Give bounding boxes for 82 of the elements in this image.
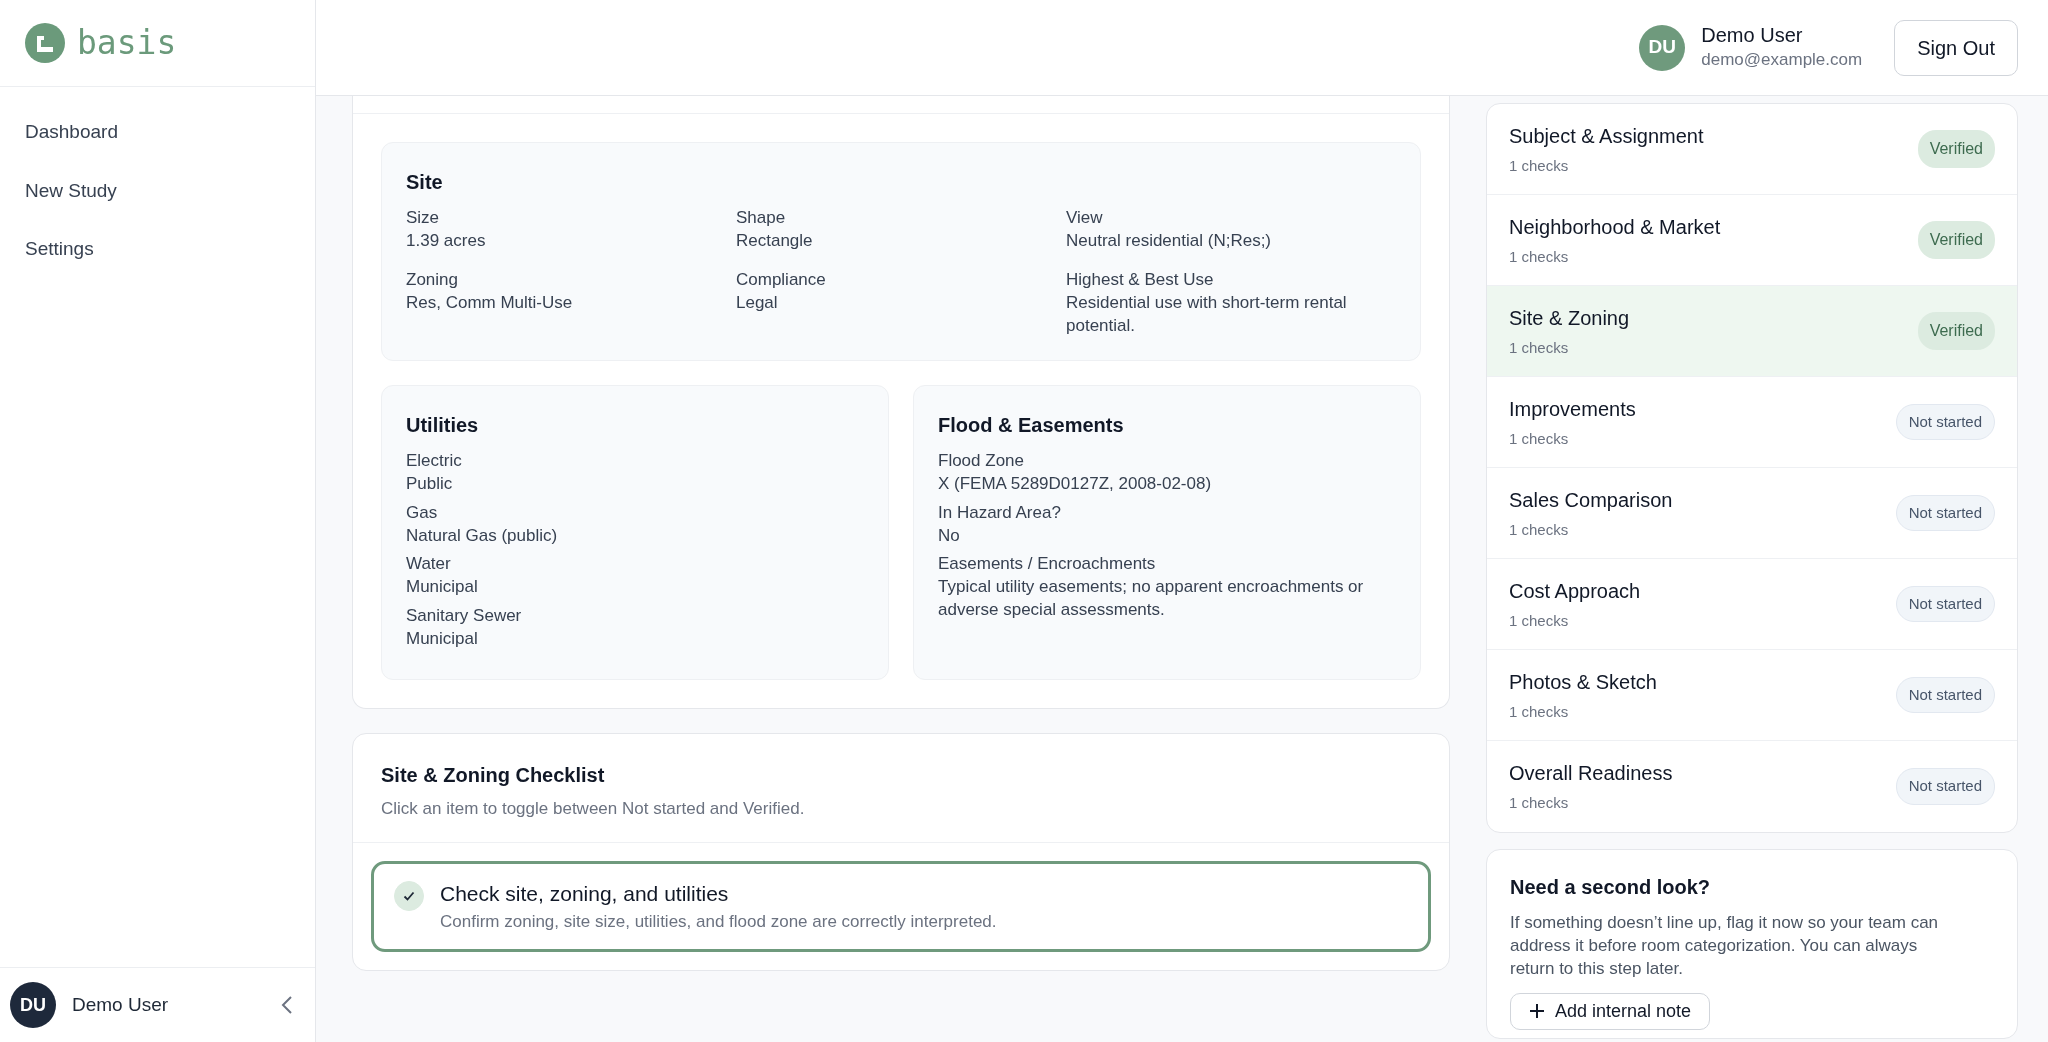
logo-icon [25,23,65,63]
note-text: If something doesn’t line up, flag it now so your team can address it before room categorization. You can always return to this step later. [1510,912,1940,980]
field-label: Size [406,207,441,229]
field-label: In Hazard Area? [938,501,1062,524]
step-name: Cost Approach [1509,578,1641,604]
status-badge: Not started [1895,403,1995,441]
logo-text: basis [77,22,177,65]
step-row[interactable]: Cost Approach 1 checks Not started [1487,559,2017,650]
user-avatar: DU [10,982,56,1028]
field-label: Flood Zone [938,449,1025,472]
step-row[interactable]: Subject & Assignment 1 checks Verified [1487,104,2017,195]
checklist-subtitle: Click an item to toggle between Not started and Verified. [381,798,806,821]
plus-icon [1529,1003,1545,1020]
field-label: Compliance [736,268,827,291]
step-name: Site & Zoning [1509,305,1630,331]
field-value: Municipal [406,628,479,651]
field-value: 1.39 acres [406,229,487,252]
step-name: Sales Comparison [1509,487,1673,513]
step-row[interactable]: Site & Zoning 1 checks Verified [1487,286,2017,377]
status-badge: Verified [1917,221,1995,259]
field-label: Gas [406,501,439,524]
step-count: 1 checks [1509,155,1570,176]
field-value: X (FEMA 5289D0127Z, 2008-02-08) [938,472,1213,495]
user-email: demo@example.com [1701,48,1863,71]
item-description: Confirm zoning, site size, utilities, and flood zone are correctly interpreted. [440,911,997,934]
step-count: 1 checks [1509,246,1570,267]
panel-title: Site [406,170,444,195]
step-count: 1 checks [1509,428,1570,449]
sign-out-button[interactable]: Sign Out [1894,19,2018,76]
checklist-item[interactable]: Check site, zoning, and utilities Confirm zoning, site size, utilities, and flood zone are correctly interpreted. [371,860,1431,952]
check-icon [403,889,415,902]
step-count: 1 checks [1509,793,1570,814]
field-label: Zoning [406,268,459,291]
status-badge: Not started [1895,676,1995,714]
step-count: 1 checks [1509,701,1570,722]
step-name: Neighborhood & Market [1509,214,1721,240]
field-label: Electric [406,449,463,472]
field-value: Neutral residential (N;Res;) [1066,229,1272,252]
nav-link[interactable]: Settings [0,220,315,279]
field-label: View [1066,207,1104,229]
field-value: Residential use with short-term rental potential. [1066,291,1348,337]
status-badge: Not started [1895,494,1995,532]
field-value: No [938,524,961,547]
field-value: Rectangle [736,229,814,252]
item-title: Check site, zoning, and utilities [440,880,730,907]
step-name: Subject & Assignment [1509,123,1704,149]
field-value: Municipal [406,576,479,599]
status-badge: Verified [1917,130,1995,168]
step-count: 1 checks [1509,337,1570,358]
field-value: Natural Gas (public) [406,524,559,547]
chevron-left-icon [281,995,293,1015]
step-row[interactable]: Photos & Sketch 1 checks Not started [1487,650,2017,741]
step-count: 1 checks [1509,519,1570,540]
checklist-title: Site & Zoning Checklist [381,763,606,789]
step-name: Improvements [1509,396,1636,422]
field-label: Easements / Encroachments [938,553,1157,576]
nav-link[interactable]: New Study [0,161,315,220]
status-badge: Not started [1895,585,1995,623]
step-count: 1 checks [1509,610,1570,631]
note-title: Need a second look? [1510,875,1712,900]
field-label: Water [406,553,452,576]
field-label: Sanitary Sewer [406,605,523,628]
step-row[interactable]: Overall Readiness 1 checks Not started [1487,741,2017,832]
step-row[interactable]: Sales Comparison 1 checks Not started [1487,468,2017,559]
step-row[interactable]: Improvements 1 checks Not started [1487,377,2017,468]
step-name: Overall Readiness [1509,761,1673,787]
status-badge: Not started [1895,768,1995,805]
step-name: Photos & Sketch [1509,669,1657,695]
status-badge: Verified [1917,312,1995,350]
user-name: Demo User [1701,22,1804,47]
panel-title: Flood & Easements [938,412,1125,438]
panel-title: Utilities [406,412,480,438]
field-label: Shape [736,207,787,229]
field-label: Highest & Best Use [1066,268,1215,291]
user-name: Demo User [72,992,170,1017]
field-value: Typical utility easements; no apparent encroachments or adverse special assessments. [938,576,1365,622]
user-avatar: DU [1639,24,1686,71]
add-note-button[interactable]: Add internal note [1510,992,1711,1030]
field-value: Public [406,472,454,495]
nav-link[interactable]: Dashboard [0,103,315,162]
field-value: Res, Comm Multi-Use [406,291,574,314]
field-value: Legal [736,291,779,314]
